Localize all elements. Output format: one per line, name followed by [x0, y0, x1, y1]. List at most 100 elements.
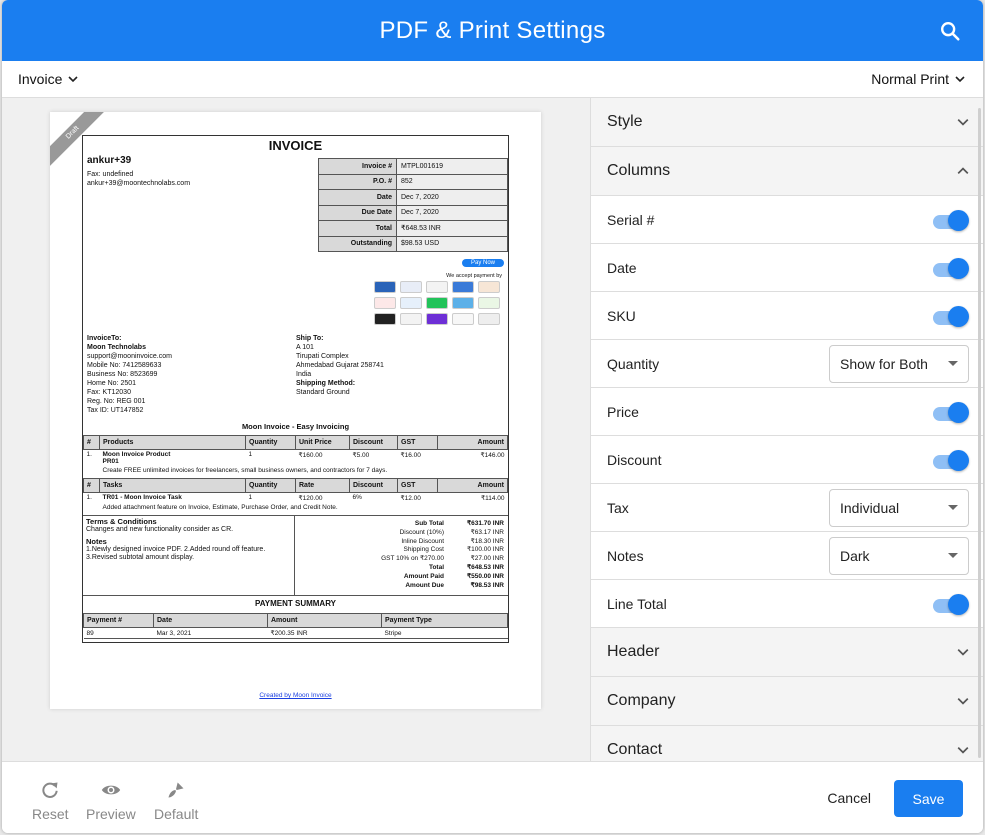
- payment-summary-table: Payment # Date Amount Payment Type 89 Ma…: [83, 613, 508, 639]
- ship-to-line: India: [296, 371, 312, 378]
- check-icon: [478, 313, 500, 325]
- default-button[interactable]: Default: [154, 780, 198, 822]
- meta-value: ₹648.53 INR: [396, 220, 508, 237]
- total-row: Shipping Cost ₹100.00 INR: [294, 546, 504, 555]
- bill-to-line: Moon Technolabs: [87, 344, 146, 351]
- bill-to-line: Tax ID: UT147852: [87, 407, 144, 414]
- section-contact[interactable]: Contact: [591, 726, 983, 761]
- option-label: Tax: [607, 499, 629, 516]
- chevron-up-icon: [957, 167, 969, 174]
- ship-to-line: Ahmedabad Gujarat 258741: [296, 362, 384, 369]
- select-value: Show for Both: [840, 355, 928, 372]
- bill-to-line: Mobile No: 7412589633: [87, 362, 162, 369]
- table-row: 1. TR01 - Moon Invoice Task 1 ₹120.00 6%…: [84, 493, 508, 504]
- option-tax: Tax Individual: [591, 484, 983, 532]
- totals-block: Sub Total ₹631.70 INR Discount (10%) ₹63.1…: [294, 515, 508, 595]
- bill-to-line: Business No: 8523699: [87, 371, 158, 378]
- footer-bar: Reset Preview Default Cancel Save: [2, 761, 983, 833]
- maestro-icon: [374, 297, 396, 309]
- cell: [84, 503, 100, 512]
- square-icon: [478, 297, 500, 309]
- total-value: ₹631.70 INR: [466, 520, 504, 527]
- section-style[interactable]: Style: [591, 98, 983, 147]
- price-toggle[interactable]: [933, 401, 969, 423]
- toolbar: Invoice Normal Print: [2, 61, 983, 98]
- serial-toggle[interactable]: [933, 209, 969, 231]
- save-button[interactable]: Save: [894, 780, 963, 817]
- accept-payment-label: We accept payment by: [446, 273, 502, 279]
- preview-button[interactable]: Preview: [86, 780, 136, 822]
- option-label: Date: [607, 259, 637, 276]
- tax-select[interactable]: Individual: [829, 488, 969, 527]
- meta-value: $98.53 USD: [396, 235, 508, 252]
- zelle-icon: [426, 313, 448, 325]
- refresh-icon: [42, 782, 58, 798]
- line-total-toggle[interactable]: [933, 593, 969, 615]
- table-row: Create FREE unlimited invoices for freel…: [84, 466, 508, 475]
- created-by-link[interactable]: Created by Moon Invoice: [50, 692, 541, 699]
- meta-key: Total: [318, 220, 397, 237]
- section-header[interactable]: Header: [591, 628, 983, 677]
- column-header: Unit Price: [295, 435, 350, 450]
- date-toggle[interactable]: [933, 257, 969, 279]
- company-email: ankur+39@moontechnolabs.com: [87, 180, 191, 187]
- print-mode-label: Normal Print: [871, 71, 949, 87]
- column-header: #: [83, 478, 100, 493]
- discover-icon: [426, 281, 448, 293]
- terms-block: Terms & Conditions Changes and new funct…: [83, 515, 295, 595]
- total-key: Shipping Cost: [403, 546, 444, 554]
- cell: TR01 - Moon Invoice Task: [102, 494, 182, 501]
- search-icon[interactable]: [939, 20, 961, 42]
- terms-title: Terms & Conditions: [86, 517, 157, 526]
- print-mode-dropdown[interactable]: Normal Print: [871, 71, 965, 87]
- cell: 1: [248, 451, 253, 458]
- payment-methods: [374, 281, 502, 325]
- total-row: Amount Due ₹98.53 INR: [294, 582, 504, 591]
- cell: ₹16.00: [400, 452, 421, 459]
- scrollbar[interactable]: [978, 108, 981, 758]
- sku-toggle[interactable]: [933, 305, 969, 327]
- discount-toggle[interactable]: [933, 449, 969, 471]
- notes-select[interactable]: Dark: [829, 536, 969, 575]
- column-header: Date: [153, 613, 268, 628]
- meta-key: Outstanding: [318, 235, 397, 252]
- company-tagline: Moon Invoice - Easy Invoicing: [241, 422, 350, 431]
- doc-type-dropdown[interactable]: Invoice: [18, 71, 78, 87]
- pay-now-button: Pay Now: [461, 259, 504, 267]
- chevron-down-icon: [957, 649, 969, 656]
- task-description: Added attachment feature on Invoice, Est…: [102, 504, 338, 511]
- quantity-select[interactable]: Show for Both: [829, 344, 969, 383]
- total-value: ₹27.00 INR: [470, 555, 504, 563]
- apple-pay-icon: [374, 313, 396, 325]
- total-key: Amount Paid: [403, 572, 444, 580]
- section-company[interactable]: Company: [591, 677, 983, 726]
- column-header: GST: [397, 478, 438, 493]
- settings-panel: Style Columns Serial # Date SKU Quantity: [590, 98, 983, 761]
- caret-down-icon: [948, 553, 958, 558]
- section-columns[interactable]: Columns: [591, 147, 983, 196]
- reset-label: Reset: [32, 806, 69, 822]
- option-label: Serial #: [607, 211, 655, 228]
- doc-type-label: Invoice: [18, 71, 63, 87]
- cell: 6%: [352, 494, 362, 501]
- bill-to-block: InvoiceTo: Moon Technolabs support@mooni…: [87, 334, 172, 415]
- dialog-title: PDF & Print Settings: [379, 16, 606, 44]
- section-title: Columns: [607, 162, 671, 179]
- cash-icon: [374, 281, 396, 293]
- reset-button[interactable]: Reset: [32, 780, 69, 822]
- option-price: Price: [591, 388, 983, 436]
- option-line-total: Line Total: [591, 580, 983, 628]
- cancel-button[interactable]: Cancel: [827, 790, 871, 806]
- ship-to-label: Ship To:: [296, 335, 324, 342]
- eye-icon: [101, 785, 121, 795]
- tasks-table: # Tasks Quantity Rate Discount GST Amoun…: [83, 478, 508, 512]
- total-row: Sub Total ₹631.70 INR: [294, 520, 504, 529]
- terms-text: Changes and new functionality consider a…: [86, 526, 234, 533]
- invoice-frame: INVOICE ankur+39 Fax: undefined ankur+39…: [82, 135, 509, 643]
- table-row: 89 Mar 3, 2021 ₹200.35 INR Stripe: [83, 627, 508, 639]
- products-table: # Products Quantity Unit Price Discount …: [83, 435, 508, 475]
- column-header: Quantity: [245, 478, 296, 493]
- option-label: Line Total: [607, 595, 667, 612]
- total-row: Discount (10%) ₹63.17 INR: [294, 529, 504, 538]
- cell: 1.: [86, 451, 92, 458]
